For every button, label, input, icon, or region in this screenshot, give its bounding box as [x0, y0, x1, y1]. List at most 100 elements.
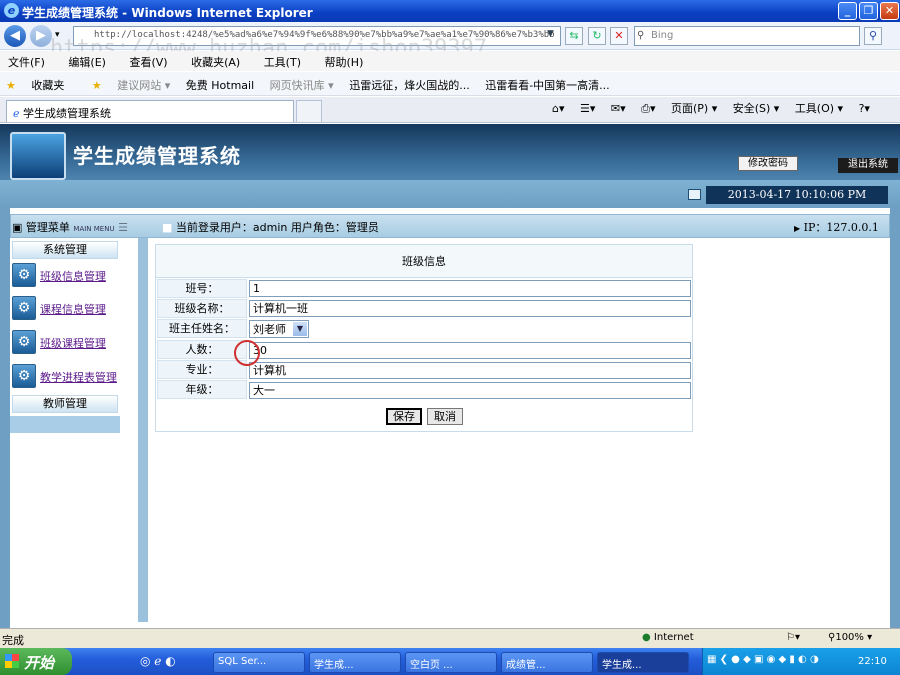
- bullet-icon: ■: [162, 221, 173, 234]
- cancel-button[interactable]: 取消: [427, 408, 463, 425]
- fav-xunlei-kankan[interactable]: 迅雷看看-中国第一高清...: [485, 79, 609, 92]
- clock: 22:10: [858, 656, 887, 667]
- major-input[interactable]: 计算机: [249, 362, 691, 379]
- compatibility-icon[interactable]: ⇆: [565, 27, 583, 45]
- status-text: 完成: [2, 634, 24, 647]
- print-icon[interactable]: ⎙▾: [641, 102, 655, 115]
- student-count-input[interactable]: 30: [249, 342, 691, 359]
- label-grade: 年级：: [157, 380, 247, 399]
- ie-page-icon: ℯ: [13, 107, 20, 120]
- status-bar: 完成 ● Internet ⚐▾ ⚲100% ▾: [0, 628, 900, 648]
- search-provider-icon: ⚲: [637, 30, 645, 41]
- feeds-icon[interactable]: ☰▾: [580, 102, 595, 115]
- refresh-icon[interactable]: ↻: [588, 27, 606, 45]
- help-menu[interactable]: ?▾: [859, 102, 870, 115]
- maximize-button[interactable]: ❐: [859, 2, 878, 20]
- security-zone: ● Internet: [642, 632, 694, 643]
- label-major: 专业：: [157, 360, 247, 379]
- label-class-name: 班级名称：: [157, 299, 247, 318]
- info-bar: [10, 214, 890, 238]
- class-no-input[interactable]: 1: [249, 280, 691, 297]
- menu-tools[interactable]: 工具(T): [264, 56, 301, 69]
- close-button[interactable]: ✕: [880, 2, 899, 20]
- window-title: 学生成绩管理系统 - Windows Internet Explorer: [22, 6, 313, 20]
- back-button[interactable]: ◀: [4, 25, 26, 47]
- fav-suggested-sites[interactable]: 建议网站 ▾: [117, 79, 170, 92]
- menu-view[interactable]: 查看(V): [129, 56, 167, 69]
- protected-mode-icon[interactable]: ⚐▾: [786, 632, 800, 643]
- datetime-display: 2013-04-17 10:10:06 PM: [706, 186, 888, 204]
- menu-header-icon: ▣: [12, 221, 23, 234]
- label-class-no: 班号：: [157, 279, 247, 298]
- favorites-button[interactable]: ★ 收藏夹: [6, 79, 76, 92]
- app-banner: 学生成绩管理系统: [0, 124, 900, 180]
- ie-logo-icon: e: [4, 3, 19, 18]
- page-menu[interactable]: 页面(P) ▾: [671, 102, 717, 115]
- menu-bar: 文件(F) 编辑(E) 查看(V) 收藏夹(A) 工具(T) 帮助(H): [0, 51, 900, 71]
- add-favorite-icon[interactable]: ★: [92, 79, 102, 92]
- globe-icon: ●: [642, 632, 651, 643]
- change-password-button[interactable]: 修改密码: [738, 156, 798, 171]
- menu-toggle-icon[interactable]: ☰: [118, 221, 128, 234]
- forward-button[interactable]: ▶: [30, 25, 52, 47]
- sidebar-group-system[interactable]: 系统管理: [12, 241, 118, 259]
- new-tab-button[interactable]: [296, 100, 322, 122]
- search-go-icon[interactable]: ⚲: [864, 27, 882, 45]
- gear-icon: ⚙: [12, 364, 36, 388]
- right-frame-border: [890, 208, 900, 628]
- tray-icons[interactable]: ▦ ❮ ● ◆ ▣ ◉ ◆ ▮ ◐ ◑: [707, 654, 819, 665]
- fav-xunlei-game[interactable]: 迅雷远征，烽火国战的...: [349, 79, 470, 92]
- safety-menu[interactable]: 安全(S) ▾: [733, 102, 780, 115]
- taskbar-student-grades-2[interactable]: 学生成...: [597, 652, 689, 673]
- form-title: 班级信息: [156, 245, 692, 278]
- quicklaunch-icons[interactable]: ◎ ℯ ◐: [140, 654, 176, 668]
- stop-icon[interactable]: ✕: [610, 27, 628, 45]
- menu-favorites[interactable]: 收藏夹(A): [191, 56, 240, 69]
- menu-header: ▣ 管理菜单 MAIN MENU ☰: [12, 221, 128, 234]
- favorites-bar: ★ 收藏夹 ★ 建议网站 ▾ 免费 Hotmail 网页快讯库 ▾ 迅雷远征，烽…: [0, 72, 900, 96]
- mouse-cursor-highlight: [234, 340, 260, 366]
- tab-current[interactable]: ℯ 学生成绩管理系统: [6, 100, 294, 122]
- command-bar: ⌂▾ ☰▾ ✉▾ ⎙▾ 页面(P) ▾ 安全(S) ▾ 工具(O) ▾ ?▾: [540, 100, 870, 116]
- ip-info: ▶ IP：127.0.0.1: [794, 221, 879, 234]
- search-input[interactable]: Bing: [634, 26, 860, 46]
- teacher-select[interactable]: 刘老师 ▼: [249, 320, 309, 338]
- taskbar-sql-server[interactable]: SQL Ser...: [213, 652, 305, 673]
- windows-flag-icon: [5, 654, 19, 668]
- sidebar-group-teacher[interactable]: 教师管理: [12, 395, 118, 413]
- start-button[interactable]: 开始: [0, 648, 72, 675]
- frame-splitter[interactable]: [138, 238, 148, 622]
- taskbar-grade-manager[interactable]: 成绩管...: [501, 652, 593, 673]
- zoom-level[interactable]: ⚲100% ▾: [828, 632, 872, 643]
- menu-edit[interactable]: 编辑(E): [68, 56, 106, 69]
- app-title: 学生成绩管理系统: [73, 144, 241, 168]
- tab-label: 学生成绩管理系统: [23, 107, 112, 120]
- gear-icon: ⚙: [12, 330, 36, 354]
- save-button[interactable]: 保存: [386, 408, 422, 425]
- menu-file[interactable]: 文件(F): [8, 56, 45, 69]
- fav-hotmail[interactable]: 免费 Hotmail: [186, 79, 254, 92]
- class-name-input[interactable]: 计算机一班: [249, 300, 691, 317]
- label-teacher-name: 班主任姓名：: [157, 319, 247, 338]
- sidebar-group-body: [10, 416, 120, 433]
- arrow-icon: ▶: [794, 224, 801, 233]
- chevron-down-icon[interactable]: ▼: [293, 322, 307, 336]
- gear-icon: ⚙: [12, 296, 36, 320]
- current-user-info: ■ 当前登录用户：admin 用户角色：管理员: [162, 221, 379, 234]
- home-icon[interactable]: ⌂▾: [552, 102, 565, 115]
- taskbar-student-grades-1[interactable]: 学生成...: [309, 652, 401, 673]
- logout-button[interactable]: 退出系统: [838, 158, 898, 173]
- address-dropdown-icon[interactable]: ▼: [547, 29, 554, 39]
- fav-web-slice[interactable]: 网页快讯库 ▾: [270, 79, 334, 92]
- monitor-icon: [688, 189, 701, 200]
- tools-menu[interactable]: 工具(O) ▾: [795, 102, 843, 115]
- monitor-logo-icon: [10, 132, 66, 180]
- left-frame-border: [0, 208, 10, 628]
- taskbar-blank-page[interactable]: 空白页 ...: [405, 652, 497, 673]
- window-titlebar: e 学生成绩管理系统 - Windows Internet Explorer _…: [0, 0, 900, 22]
- grade-input[interactable]: 大一: [249, 382, 691, 399]
- menu-help[interactable]: 帮助(H): [325, 56, 364, 69]
- mail-icon[interactable]: ✉▾: [611, 102, 626, 115]
- class-info-icon: ⚙: [12, 263, 36, 287]
- minimize-button[interactable]: _: [838, 2, 857, 20]
